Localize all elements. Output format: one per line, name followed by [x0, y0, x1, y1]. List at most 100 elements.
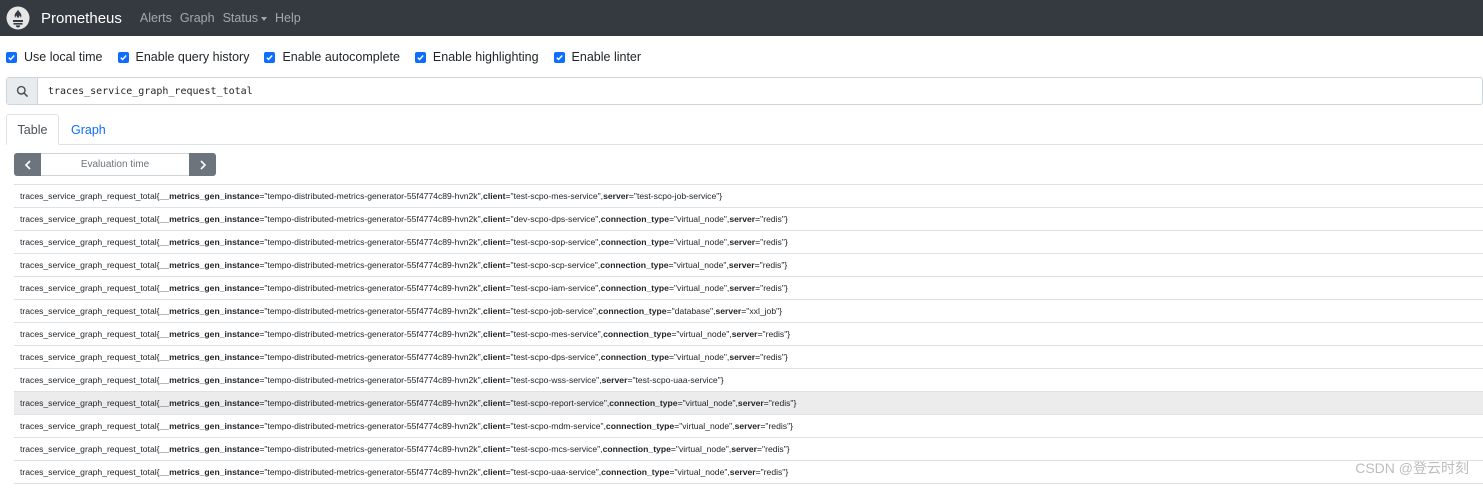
label-value: ="virtual_node",: [668, 237, 730, 247]
table-row: traces_service_graph_request_total{__met…: [14, 231, 1483, 254]
label-value: ="test-scpo-mes-service",: [505, 191, 604, 201]
metric-name: traces_service_graph_request_total: [20, 398, 157, 408]
label-key: client: [483, 283, 506, 293]
label-key: connection_type: [605, 421, 675, 431]
label-key: client: [483, 467, 506, 477]
label-value: ="redis": [755, 352, 785, 362]
label-value: ="test-scpo-mdm-service",: [505, 421, 606, 431]
label-value: ="redis": [754, 260, 785, 270]
checkbox-checked-icon[interactable]: [264, 51, 276, 63]
next-time-button[interactable]: [189, 153, 216, 176]
label-key: client: [483, 214, 506, 224]
metric-name: traces_service_graph_request_total: [20, 283, 157, 293]
label-key: client: [483, 237, 506, 247]
brand-title[interactable]: Prometheus: [41, 10, 122, 27]
table-row: traces_service_graph_request_total{__met…: [14, 346, 1483, 369]
label-key: connection_type: [600, 214, 669, 224]
label-key: connection_type: [598, 306, 667, 316]
option-enable-query-history[interactable]: Enable query history: [117, 50, 249, 64]
label-value: ="test-scpo-iam-service",: [505, 283, 601, 293]
label-key: server: [729, 237, 756, 247]
metric-name: traces_service_graph_request_total: [20, 421, 157, 431]
label-key: connection_type: [600, 283, 669, 293]
label-value: ="tempo-distributed-metrics-generator-55…: [259, 421, 484, 431]
label-value: ="virtual_node",: [668, 260, 729, 270]
label-value: ="tempo-distributed-metrics-generator-55…: [259, 237, 484, 247]
option-use-local-time[interactable]: Use local time: [6, 50, 103, 64]
label-key: client: [483, 306, 506, 316]
panel-tabs: Table Graph: [6, 114, 1483, 145]
label-value: ="test-scpo-report-service",: [505, 398, 610, 408]
label-key: __metrics_gen_instance: [159, 260, 260, 270]
option-label: Enable autocomplete: [282, 50, 400, 64]
label-key: __metrics_gen_instance: [159, 214, 260, 224]
search-icon[interactable]: [7, 78, 38, 104]
label-value: ="test-scpo-job-service": [628, 191, 720, 201]
label-key: connection_type: [600, 237, 669, 247]
label-key: server: [729, 467, 756, 477]
metric-name: traces_service_graph_request_total: [20, 260, 157, 270]
tab-graph[interactable]: Graph: [71, 114, 106, 145]
label-key: client: [483, 329, 506, 339]
label-key: __metrics_gen_instance: [159, 306, 260, 316]
label-value: ="tempo-distributed-metrics-generator-55…: [259, 398, 484, 408]
label-key: __metrics_gen_instance: [159, 329, 260, 339]
label-value: ="dev-scpo-dps-service",: [505, 214, 601, 224]
table-row: traces_service_graph_request_total{__met…: [14, 185, 1483, 208]
navbar: Prometheus Alerts Graph Status Help: [0, 0, 1483, 36]
label-value: ="virtual_node",: [668, 214, 730, 224]
label-value: ="test-scpo-wss-service",: [505, 375, 602, 385]
label-value: ="redis": [755, 467, 786, 477]
nav-status-dropdown[interactable]: Status: [222, 11, 268, 25]
label-key: client: [483, 260, 506, 270]
label-key: server: [737, 398, 764, 408]
checkbox-checked-icon[interactable]: [414, 51, 426, 63]
checkbox-checked-icon[interactable]: [553, 51, 565, 63]
label-key: __metrics_gen_instance: [159, 375, 260, 385]
label-value: ="tempo-distributed-metrics-generator-55…: [259, 214, 484, 224]
label-key: connection_type: [600, 260, 669, 270]
label-key: __metrics_gen_instance: [159, 283, 260, 293]
label-key: client: [483, 191, 506, 201]
label-value: ="test-scpo-mes-service",: [505, 329, 604, 339]
label-key: client: [483, 444, 506, 454]
label-key: server: [734, 421, 761, 431]
label-key: server: [729, 214, 756, 224]
label-key: __metrics_gen_instance: [159, 467, 260, 477]
label-value: ="test-scpo-job-service",: [505, 306, 599, 316]
option-enable-autocomplete[interactable]: Enable autocomplete: [264, 50, 400, 64]
label-value: ="xxl_job": [741, 306, 780, 316]
label-value: ="tempo-distributed-metrics-generator-55…: [259, 444, 484, 454]
label-value: ="tempo-distributed-metrics-generator-55…: [259, 467, 484, 477]
chevron-left-icon: [24, 159, 31, 170]
table-row: traces_service_graph_request_total{__met…: [14, 461, 1483, 484]
label-value: ="tempo-distributed-metrics-generator-55…: [259, 329, 484, 339]
nav-alerts[interactable]: Alerts: [140, 11, 172, 25]
checkbox-checked-icon[interactable]: [6, 51, 17, 63]
metric-name: traces_service_graph_request_total: [20, 306, 157, 316]
checkbox-checked-icon[interactable]: [117, 51, 129, 63]
expression-input[interactable]: traces_service_graph_request_total: [38, 78, 1482, 104]
evaluation-time-input[interactable]: Evaluation time: [41, 153, 189, 176]
label-key: connection_type: [603, 329, 672, 339]
metric-name: traces_service_graph_request_total: [20, 375, 157, 385]
label-value: ="redis": [757, 329, 788, 339]
label-value: ="virtual_node",: [671, 329, 732, 339]
label-value: ="test-scpo-uaa-service",: [505, 467, 602, 477]
caret-down-icon: [261, 16, 268, 21]
option-enable-linter[interactable]: Enable linter: [553, 50, 641, 64]
label-value: ="virtual_node",: [677, 398, 738, 408]
prev-time-button[interactable]: [14, 153, 41, 176]
nav-status-label: Status: [222, 11, 259, 25]
tab-table[interactable]: Table: [6, 114, 59, 145]
label-value: ="virtual_node",: [669, 467, 730, 477]
nav-help[interactable]: Help: [275, 11, 301, 25]
label-key: client: [483, 375, 506, 385]
nav-graph[interactable]: Graph: [180, 11, 215, 25]
label-value: ="tempo-distributed-metrics-generator-55…: [259, 283, 484, 293]
option-enable-highlighting[interactable]: Enable highlighting: [414, 50, 539, 64]
label-value: ="test-scpo-sop-service",: [505, 237, 601, 247]
table-row: traces_service_graph_request_total{__met…: [14, 392, 1483, 415]
prometheus-flame-icon[interactable]: [6, 6, 30, 30]
table-row: traces_service_graph_request_total{__met…: [14, 300, 1483, 323]
